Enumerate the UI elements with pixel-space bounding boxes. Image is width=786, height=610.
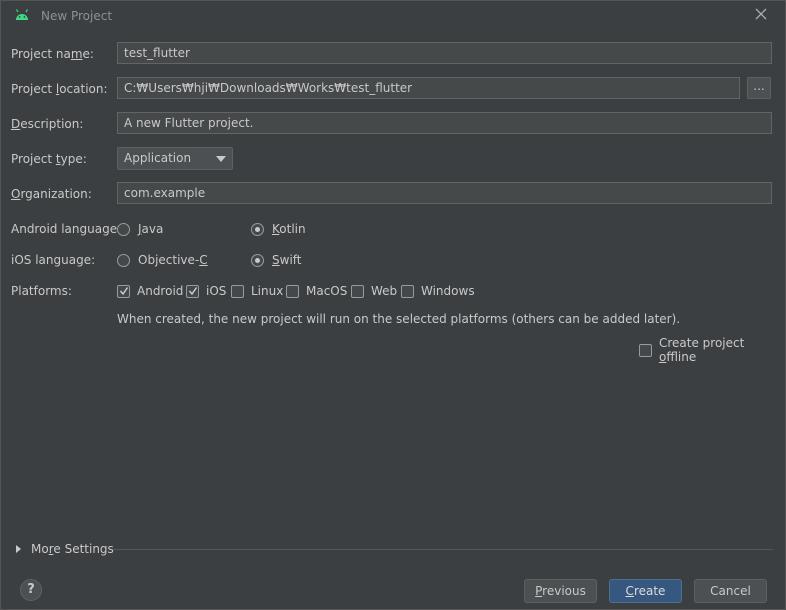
radio-java-label: Java [138,222,164,236]
radio-kotlin-indicator [251,222,264,236]
radio-objective-c[interactable]: Objective-C [117,253,208,267]
description-input[interactable]: A new Flutter project. [117,112,772,134]
project-name-input[interactable]: test_flutter [117,42,772,64]
previous-button[interactable]: Previous [524,579,597,603]
platform-web-box [351,284,364,298]
description-label: Description: [11,117,84,131]
platform-linux-checkbox[interactable]: Linux [231,284,283,298]
platform-linux-label: Linux [251,284,284,298]
ios-language-label: iOS language: [11,253,96,267]
radio-java[interactable]: Java [117,222,163,236]
platform-windows-checkbox[interactable]: Windows [401,284,475,298]
platform-windows-box [401,284,414,298]
browse-button[interactable]: ... [747,77,771,99]
platform-android-label: Android [137,284,184,298]
radio-swift-indicator [251,253,264,267]
new-project-dialog: New Project Project name: test_flutter P… [0,0,786,610]
radio-java-indicator [117,222,130,236]
help-button[interactable]: ? [20,579,42,601]
chevron-right-icon [16,545,21,553]
platform-ios-label: iOS [206,284,227,298]
create-offline-box [639,343,652,357]
chevron-down-icon [216,156,226,162]
radio-objective-c-label: Objective-C [138,253,208,267]
platform-android-checkbox[interactable]: Android [117,284,183,298]
close-icon[interactable] [753,6,769,22]
radio-swift[interactable]: Swift [251,253,302,267]
platform-web-checkbox[interactable]: Web [351,284,397,298]
radio-kotlin-label: Kotlin [272,222,306,236]
create-button[interactable]: Create [609,579,682,603]
platform-android-box [117,284,130,298]
create-offline-label: Create project offline [658,336,745,364]
platform-ios-box [186,284,199,298]
project-type-label: Project type: [11,152,87,166]
project-type-value: Application [124,151,192,165]
radio-kotlin[interactable]: Kotlin [251,222,306,236]
checkmark-icon [188,286,198,295]
platform-linux-box [231,284,244,298]
organization-label: Organization: [11,187,92,201]
project-location-label: Project location: [11,82,108,96]
platform-ios-checkbox[interactable]: iOS [186,284,226,298]
android-language-label: Android language: [11,222,122,236]
more-settings-label: More Settings [31,542,114,556]
more-settings-toggle[interactable]: More Settings [16,542,114,556]
radio-swift-label: Swift [272,253,302,267]
platform-macos-box [286,284,299,298]
title-bar: New Project [1,1,785,31]
cancel-button[interactable]: Cancel [694,579,767,603]
android-icon [14,8,30,22]
platforms-label: Platforms: [11,284,72,298]
project-type-dropdown[interactable]: Application [117,147,233,170]
platform-macos-checkbox[interactable]: MacOS [286,284,347,298]
create-offline-checkbox[interactable]: Create project offline [639,336,785,364]
project-name-label: Project name: [11,47,94,61]
platform-windows-label: Windows [421,284,475,298]
platforms-note: When created, the new project will run o… [117,312,681,326]
platform-web-label: Web [371,284,398,298]
checkmark-icon [119,286,129,295]
divider [113,549,773,550]
window-title: New Project [41,9,113,23]
platform-macos-label: MacOS [306,284,348,298]
radio-objective-c-indicator [117,253,130,267]
organization-input[interactable]: com.example [117,182,772,204]
project-location-input[interactable]: C:₩Users₩hji₩Downloads₩Works₩test_flutte… [117,77,740,99]
